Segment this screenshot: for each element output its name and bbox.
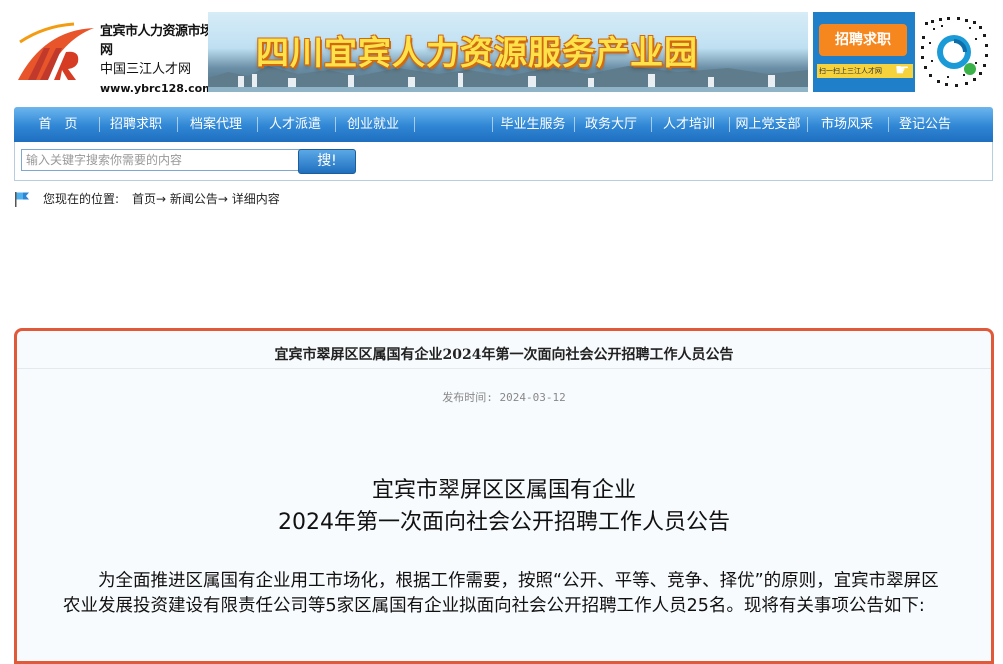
publish-time: 发布时间: 2024-03-12 (442, 391, 566, 404)
logo-line-2: 中国三江人才网 (100, 62, 192, 77)
nav-item-government-hall[interactable]: 政务大厅 (575, 107, 647, 142)
nav-item-party-branch[interactable]: 网上党支部 (730, 107, 806, 142)
logo-url: www.ybrc128.com (100, 82, 214, 95)
qr-code-icon[interactable] (917, 12, 992, 92)
logo-text: 宜宾市人力资源市场网 中国三江人才网 www.ybrc128.com (100, 22, 214, 98)
breadcrumb-home[interactable]: 首页→ (132, 192, 166, 206)
article-title: 宜宾市翠屏区区属国有企业2024年第一次面向社会公开招聘工作人员公告 (274, 347, 734, 363)
document-heading-line-1: 宜宾市翠屏区区属国有企业 (371, 478, 636, 503)
nav-item-archives[interactable]: 档案代理 (178, 107, 254, 142)
site-logo[interactable]: 宜宾市人力资源市场网 中国三江人才网 www.ybrc128.com (14, 18, 214, 95)
breadcrumb-current: 详细内容 (231, 192, 280, 206)
document-heading: 宜宾市翠屏区区属国有企业 2024年第一次面向社会公开招聘工作人员公告 (17, 475, 991, 539)
search-input[interactable] (21, 149, 303, 171)
search-button[interactable]: 搜! (298, 149, 356, 174)
logo-line-1: 宜宾市人力资源市场网 (100, 24, 213, 58)
document-heading-line-2: 2024年第一次面向社会公开招聘工作人员公告 (278, 510, 730, 535)
banner-title: 四川宜宾人力资源服务产业园 (256, 33, 698, 72)
logo-mark-icon (18, 22, 94, 80)
header-banner[interactable]: 四川宜宾人力资源服务产业园 (208, 12, 808, 92)
article-panel: 宜宾市翠屏区区属国有企业2024年第一次面向社会公开招聘工作人员公告 发布时间:… (14, 328, 994, 664)
nav-item-blank[interactable] (415, 107, 489, 142)
nav-item-dispatch[interactable]: 人才派遣 (258, 107, 332, 142)
breadcrumb-label: 您现在的位置: (43, 192, 120, 206)
pointing-hand-icon: ☛ (895, 60, 910, 79)
main-nav: 首 页 招聘求职 档案代理 人才派遣 创业就业 毕业生服务 政务大厅 人才培训 … (14, 107, 993, 142)
job-ad-banner[interactable]: 招聘求职 扫一扫上三江人才网 ☛ (813, 12, 915, 92)
nav-item-home[interactable]: 首 页 (18, 107, 98, 142)
breadcrumb-news[interactable]: 新闻公告→ (170, 192, 228, 206)
flag-icon (15, 192, 29, 207)
nav-item-market-style[interactable]: 市场风采 (808, 107, 886, 142)
search-bar: 搜! (14, 142, 993, 181)
site-header: 宜宾市人力资源市场网 中国三江人才网 www.ybrc128.com 四川宜宾人… (0, 0, 1003, 100)
nav-item-training[interactable]: 人才培训 (652, 107, 726, 142)
title-divider (17, 368, 991, 369)
job-ad-label: 招聘求职 (819, 24, 907, 56)
document-body-paragraph: 为全面推进区属国有企业用工市场化，根据工作需要，按照“公开、平等、竞争、择优”的… (63, 571, 939, 616)
nav-item-jobs[interactable]: 招聘求职 (100, 107, 172, 142)
nav-item-entrepreneurship[interactable]: 创业就业 (336, 107, 410, 142)
nav-item-graduates[interactable]: 毕业生服务 (493, 107, 573, 142)
nav-item-registration-notice[interactable]: 登记公告 (889, 107, 961, 142)
